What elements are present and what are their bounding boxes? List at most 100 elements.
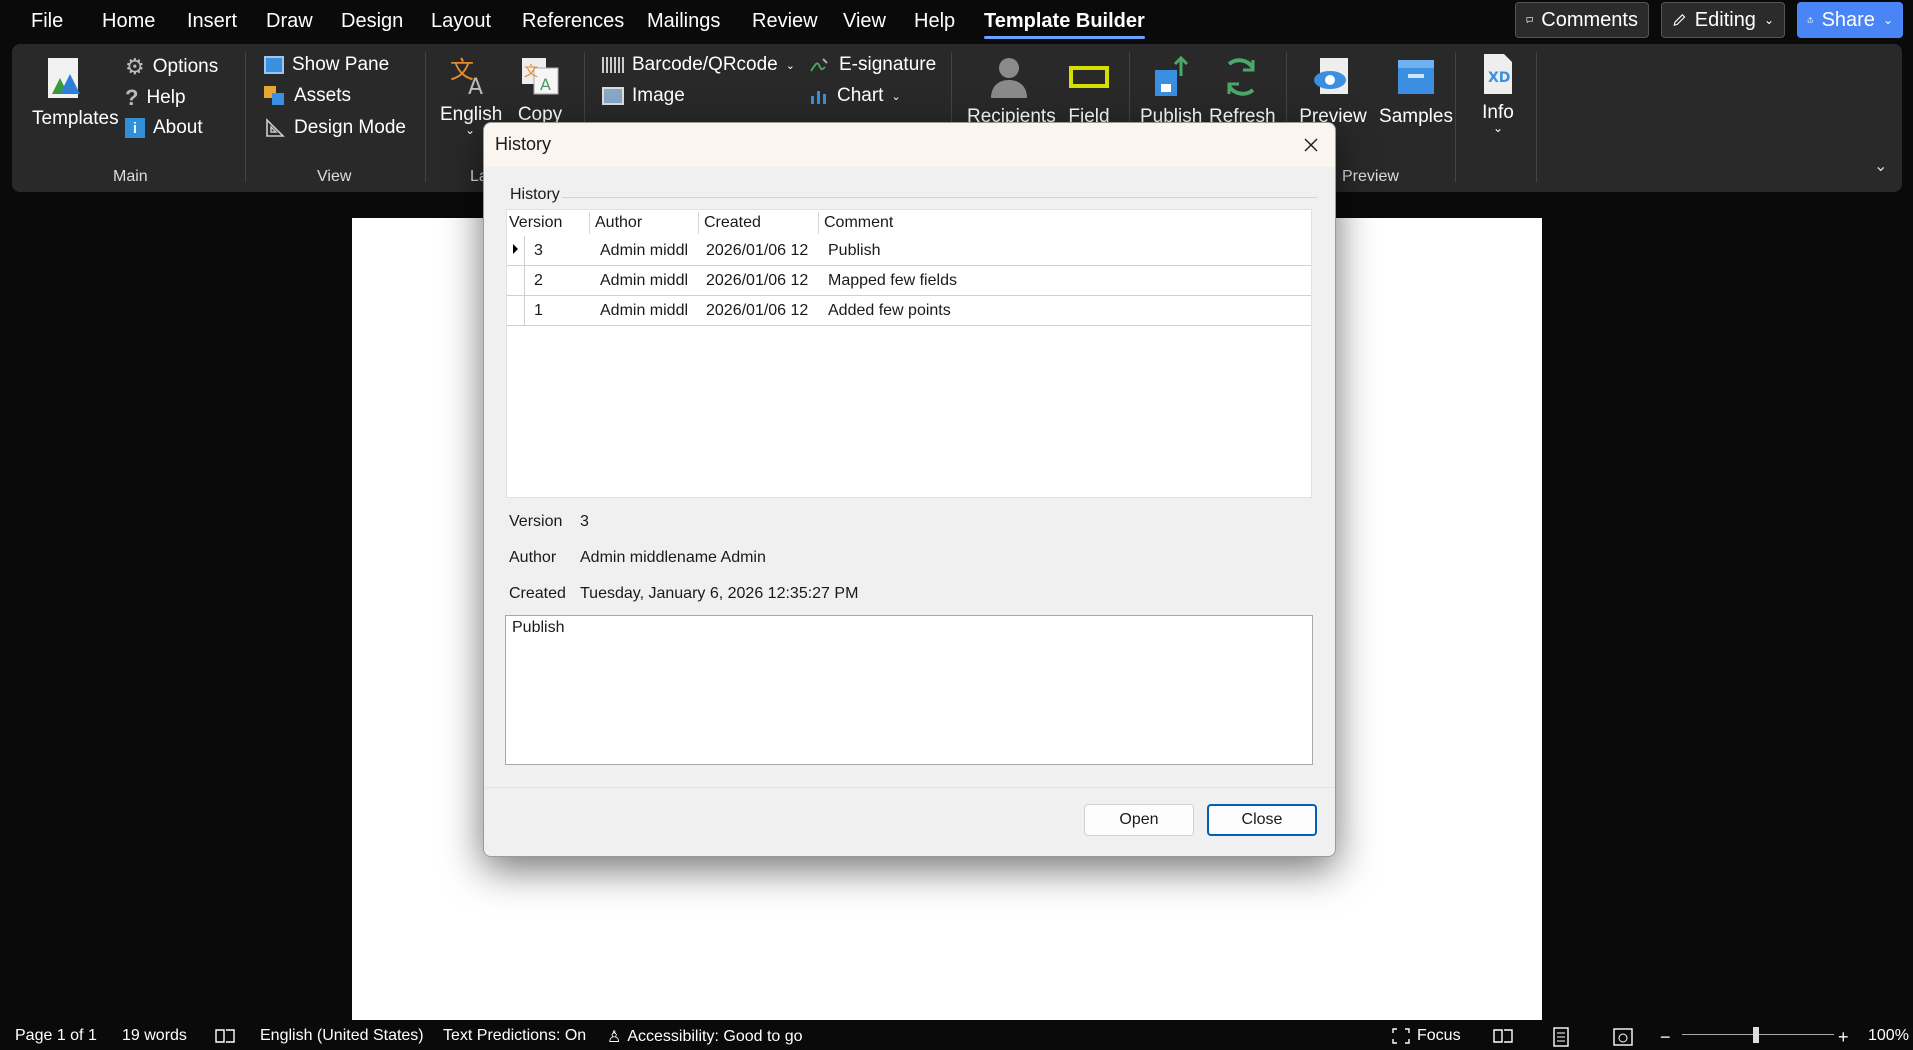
dialog-titlebar[interactable]: History <box>484 123 1335 167</box>
status-bar: Page 1 of 1 19 words English (United Sta… <box>0 1020 1913 1050</box>
assets-label: Assets <box>294 85 352 106</box>
e-signature-button[interactable]: E-signature <box>809 54 936 76</box>
column-divider[interactable] <box>818 212 819 234</box>
help-button[interactable]: ? Help <box>125 85 186 111</box>
table-row[interactable]: 2 Admin middl 2026/01/06 12 Mapped few f… <box>507 266 1311 296</box>
recipients-button[interactable]: Recipients <box>967 54 1056 128</box>
tab-insert[interactable]: Insert <box>187 10 237 33</box>
zoom-level[interactable]: 100% <box>1868 1027 1909 1045</box>
preview-icon <box>1314 58 1348 94</box>
cell-author: Admin middl <box>600 272 689 289</box>
chart-icon <box>811 91 826 104</box>
publish-button[interactable]: Publish <box>1140 54 1202 128</box>
group-label-view: View <box>317 168 352 185</box>
cell-created: 2026/01/06 12 <box>706 242 809 259</box>
zoom-in-icon[interactable]: + <box>1838 1027 1849 1048</box>
share-label: Share <box>1821 8 1875 31</box>
cell-author: Admin middl <box>600 242 689 259</box>
column-header-created[interactable]: Created <box>704 214 761 232</box>
print-layout-icon[interactable] <box>1552 1027 1570 1047</box>
language-status[interactable]: English (United States) <box>260 1027 424 1045</box>
comment-icon <box>1526 17 1533 24</box>
cell-comment: Mapped few fields <box>828 272 957 289</box>
column-divider[interactable] <box>698 212 699 234</box>
chart-button[interactable]: Chart ⌄ <box>809 85 901 107</box>
ribbon-separator <box>1536 52 1537 182</box>
group-divider <box>562 197 1317 198</box>
design-mode-label: Design Mode <box>294 117 406 138</box>
options-label: Options <box>152 56 219 77</box>
proofing-icon[interactable] <box>214 1027 236 1045</box>
dialog-footer: Open Close <box>484 787 1335 856</box>
tab-view[interactable]: View <box>843 10 886 33</box>
read-mode-icon[interactable] <box>1492 1027 1514 1045</box>
comment-textarea[interactable]: Publish <box>505 615 1313 765</box>
tab-review[interactable]: Review <box>752 10 818 33</box>
copy-language-icon: 文A <box>522 58 559 95</box>
history-dialog: History History Version Author Created C… <box>483 122 1336 857</box>
row-selector[interactable] <box>507 266 525 295</box>
dialog-close-button[interactable] <box>1297 131 1325 159</box>
tab-layout[interactable]: Layout <box>431 10 491 33</box>
samples-button[interactable]: Samples <box>1378 54 1454 128</box>
accessibility-status[interactable]: ♙ Accessibility: Good to go <box>607 1027 803 1047</box>
group-label-main: Main <box>113 168 148 185</box>
accessibility-icon: ♙ <box>607 1029 622 1046</box>
zoom-slider-thumb[interactable] <box>1753 1027 1759 1043</box>
share-button[interactable]: Share ⌄ <box>1797 2 1903 38</box>
about-button[interactable]: i About <box>125 117 203 139</box>
templates-button[interactable]: Templates <box>32 56 119 130</box>
table-row[interactable]: 3 Admin middl 2026/01/06 12 Publish <box>507 236 1311 266</box>
tab-mailings[interactable]: Mailings <box>647 10 720 33</box>
word-count[interactable]: 19 words <box>122 1027 187 1045</box>
open-button[interactable]: Open <box>1084 804 1194 836</box>
editing-label: Editing <box>1694 8 1756 31</box>
preview-button[interactable]: Preview <box>1299 54 1367 128</box>
image-label: Image <box>632 85 685 106</box>
zoom-out-icon[interactable]: − <box>1660 1027 1671 1048</box>
group-label-preview: Preview <box>1342 168 1399 185</box>
share-icon <box>1807 17 1813 23</box>
text-predictions-status[interactable]: Text Predictions: On <box>443 1027 586 1045</box>
options-button[interactable]: ⚙ Options <box>125 54 218 80</box>
focus-button[interactable]: Focus <box>1391 1027 1461 1045</box>
design-mode-icon <box>266 118 285 137</box>
tab-draw[interactable]: Draw <box>266 10 313 33</box>
close-icon <box>1304 138 1318 152</box>
about-label: About <box>153 117 203 138</box>
assets-button[interactable]: Assets <box>264 85 351 107</box>
column-header-version[interactable]: Version <box>509 214 562 232</box>
barcode-qrcode-button[interactable]: Barcode/QRcode ⌄ <box>602 54 795 76</box>
cell-version: 1 <box>534 302 543 319</box>
editing-mode-button[interactable]: Editing ⌄ <box>1661 2 1785 38</box>
web-layout-icon[interactable] <box>1612 1027 1634 1047</box>
column-header-comment[interactable]: Comment <box>824 214 893 232</box>
tab-help[interactable]: Help <box>914 10 955 33</box>
show-pane-button[interactable]: Show Pane <box>264 54 389 76</box>
tab-design[interactable]: Design <box>341 10 403 33</box>
column-divider[interactable] <box>589 212 590 234</box>
row-selector[interactable] <box>507 296 525 325</box>
assets-icon <box>264 86 286 106</box>
ribbon-separator <box>245 52 246 182</box>
column-header-author[interactable]: Author <box>595 214 642 232</box>
page-count[interactable]: Page 1 of 1 <box>15 1027 97 1045</box>
info-button[interactable]: XD Info ⌄ <box>1474 52 1522 134</box>
close-button[interactable]: Close <box>1207 804 1317 836</box>
tab-template-builder[interactable]: Template Builder <box>984 10 1145 39</box>
ribbon-collapse-icon[interactable]: ⌄ <box>1874 156 1887 176</box>
gear-icon: ⚙ <box>125 54 145 79</box>
refresh-button[interactable]: Refresh <box>1209 54 1276 128</box>
copy-language-button[interactable]: 文A Copy <box>512 54 568 126</box>
field-button[interactable]: Field <box>1062 54 1116 128</box>
comments-button[interactable]: Comments <box>1515 2 1649 38</box>
image-button[interactable]: Image <box>602 85 685 107</box>
design-mode-button[interactable]: Design Mode <box>264 117 406 139</box>
tab-references[interactable]: References <box>522 10 624 33</box>
history-grid[interactable]: Version Author Created Comment 3 Admin m… <box>506 209 1312 498</box>
ribbon-separator <box>425 52 426 182</box>
tab-file[interactable]: File <box>31 10 63 33</box>
row-selector[interactable] <box>507 236 525 265</box>
table-row[interactable]: 1 Admin middl 2026/01/06 12 Added few po… <box>507 296 1311 326</box>
tab-home[interactable]: Home <box>102 10 155 33</box>
